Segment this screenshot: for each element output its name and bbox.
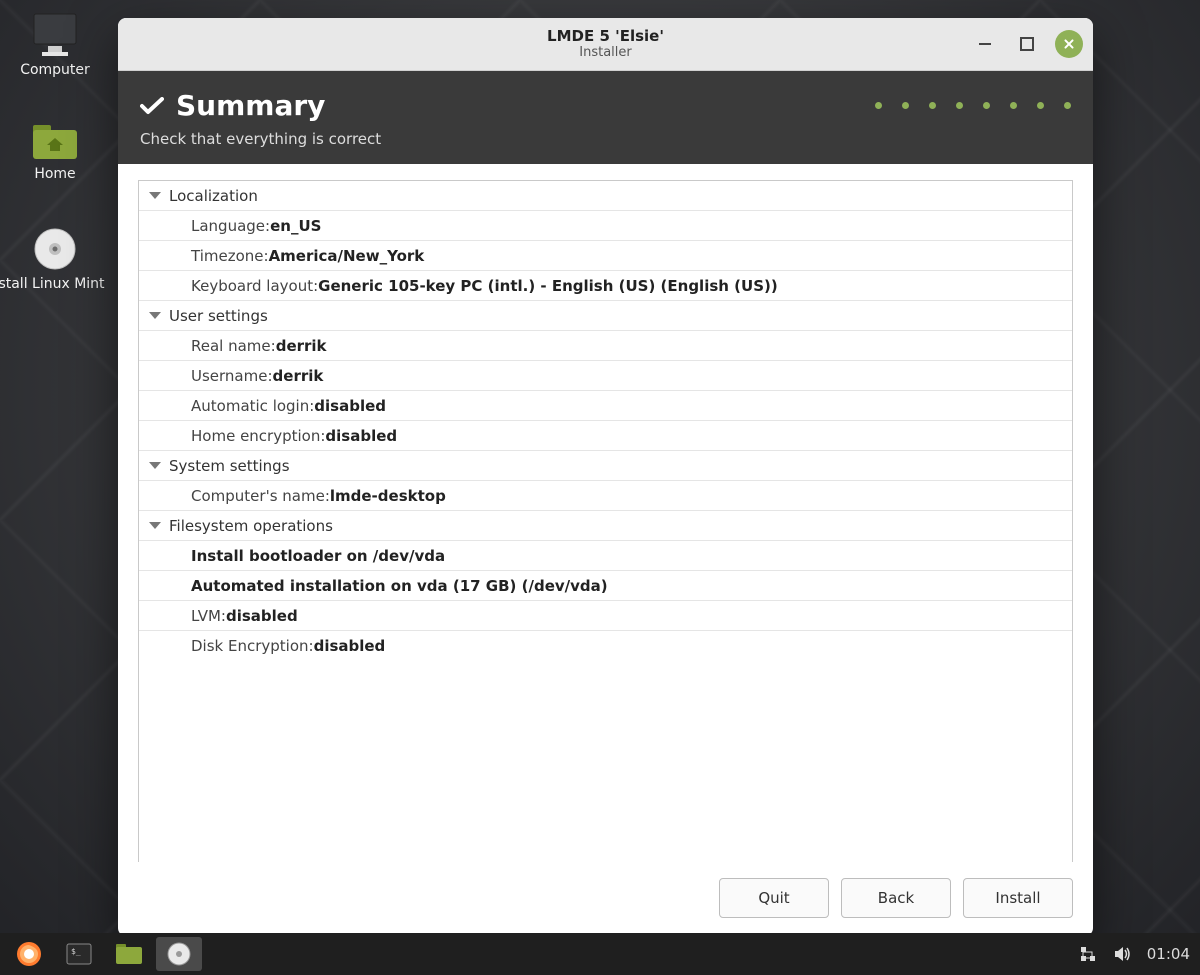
step-dot — [1010, 102, 1017, 109]
window-title: LMDE 5 'Elsie' — [547, 27, 664, 45]
summary-item: Computer's name: lmde-desktop — [139, 481, 1072, 511]
firefox-icon — [16, 941, 42, 967]
network-icon[interactable] — [1079, 945, 1097, 963]
desktop-icons: Computer Home Install Linux Mint — [0, 6, 110, 298]
summary-item-label: Computer's name: — [191, 487, 330, 505]
volume-icon[interactable] — [1113, 945, 1131, 963]
page-title: Summary — [176, 89, 325, 122]
summary-item-label: LVM: — [191, 607, 226, 625]
summary-header: Summary Check that everything is correct — [118, 71, 1093, 164]
content-area: LocalizationLanguage: en_USTimezone: Ame… — [118, 164, 1093, 862]
disc-icon — [32, 226, 78, 272]
step-dot — [983, 102, 990, 109]
summary-item-label: Keyboard layout: — [191, 277, 318, 295]
taskbar-app-firefox[interactable] — [6, 937, 52, 971]
minimize-button[interactable] — [971, 30, 999, 58]
summary-item-value: lmde-desktop — [330, 487, 446, 505]
summary-item-label: Home encryption: — [191, 427, 325, 445]
install-button[interactable]: Install — [963, 878, 1073, 918]
taskbar[interactable]: $_ 01:04 — [0, 933, 1200, 975]
summary-item-value: derrik — [276, 337, 327, 355]
step-indicator — [875, 102, 1071, 109]
summary-line: Install bootloader on /dev/vda — [139, 541, 1072, 571]
desktop-icon-label: Home — [0, 166, 110, 182]
summary-item-value: disabled — [226, 607, 298, 625]
quit-button[interactable]: Quit — [719, 878, 829, 918]
computer-icon — [30, 12, 80, 58]
home-folder-icon — [30, 122, 80, 162]
summary-tree[interactable]: LocalizationLanguage: en_USTimezone: Ame… — [138, 180, 1073, 862]
step-dot — [929, 102, 936, 109]
summary-item-label: Disk Encryption: — [191, 637, 314, 655]
check-icon — [140, 97, 164, 115]
terminal-icon: $_ — [66, 943, 92, 965]
group-label: User settings — [169, 307, 268, 325]
summary-item-value: Generic 105-key PC (intl.) - English (US… — [318, 277, 778, 295]
summary-item-value: en_US — [270, 217, 321, 235]
step-dot — [1064, 102, 1071, 109]
step-dot — [1037, 102, 1044, 109]
desktop-icon-home[interactable]: Home — [0, 116, 110, 188]
summary-item: Username: derrik — [139, 361, 1072, 391]
chevron-down-icon — [149, 462, 161, 469]
group-row-user-settings[interactable]: User settings — [139, 301, 1072, 331]
summary-item: LVM: disabled — [139, 601, 1072, 631]
summary-item-value: disabled — [325, 427, 397, 445]
group-label: Filesystem operations — [169, 517, 333, 535]
clock[interactable]: 01:04 — [1147, 945, 1190, 963]
summary-item-label: Language: — [191, 217, 270, 235]
group-row-localization[interactable]: Localization — [139, 181, 1072, 211]
summary-item-label: Real name: — [191, 337, 276, 355]
step-dot — [875, 102, 882, 109]
chevron-down-icon — [149, 312, 161, 319]
taskbar-app-installer[interactable] — [156, 937, 202, 971]
summary-item-value: disabled — [314, 637, 386, 655]
taskbar-app-terminal[interactable]: $_ — [56, 937, 102, 971]
step-dot — [902, 102, 909, 109]
chevron-down-icon — [149, 522, 161, 529]
summary-item-label: Username: — [191, 367, 273, 385]
summary-item-label: Automatic login: — [191, 397, 314, 415]
summary-item: Real name: derrik — [139, 331, 1072, 361]
summary-item-value: derrik — [273, 367, 324, 385]
page-subtitle: Check that everything is correct — [140, 130, 1071, 148]
summary-item-value: disabled — [314, 397, 386, 415]
group-label: Localization — [169, 187, 258, 205]
group-label: System settings — [169, 457, 290, 475]
window-titlebar[interactable]: LMDE 5 'Elsie' Installer — [118, 18, 1093, 71]
step-dot — [956, 102, 963, 109]
desktop-icon-label: Install Linux Mint — [0, 276, 110, 292]
installer-window: LMDE 5 'Elsie' Installer Summary Check t… — [118, 18, 1093, 936]
files-icon — [115, 943, 143, 965]
group-row-filesystem-operations[interactable]: Filesystem operations — [139, 511, 1072, 541]
system-tray: 01:04 — [1079, 945, 1194, 963]
back-button[interactable]: Back — [841, 878, 951, 918]
window-title-text: LMDE 5 'Elsie' Installer — [547, 27, 664, 61]
maximize-button[interactable] — [1013, 30, 1041, 58]
button-bar: Quit Back Install — [118, 862, 1093, 936]
desktop-icon-install[interactable]: Install Linux Mint — [0, 220, 110, 298]
svg-text:$_: $_ — [71, 947, 81, 956]
summary-line: Automated installation on vda (17 GB) (/… — [139, 571, 1072, 601]
disc-icon — [167, 942, 191, 966]
summary-item: Timezone: America/New_York — [139, 241, 1072, 271]
close-button[interactable] — [1055, 30, 1083, 58]
summary-item-value: America/New_York — [269, 247, 425, 265]
summary-item: Keyboard layout: Generic 105-key PC (int… — [139, 271, 1072, 301]
summary-item: Disk Encryption: disabled — [139, 631, 1072, 661]
chevron-down-icon — [149, 192, 161, 199]
group-row-system-settings[interactable]: System settings — [139, 451, 1072, 481]
summary-item: Language: en_US — [139, 211, 1072, 241]
summary-item-label: Timezone: — [191, 247, 269, 265]
summary-item: Home encryption: disabled — [139, 421, 1072, 451]
summary-item: Automatic login: disabled — [139, 391, 1072, 421]
window-subtitle: Installer — [547, 45, 664, 61]
desktop-icon-computer[interactable]: Computer — [0, 6, 110, 84]
desktop-icon-label: Computer — [0, 62, 110, 78]
taskbar-app-files[interactable] — [106, 937, 152, 971]
window-controls — [971, 30, 1083, 58]
